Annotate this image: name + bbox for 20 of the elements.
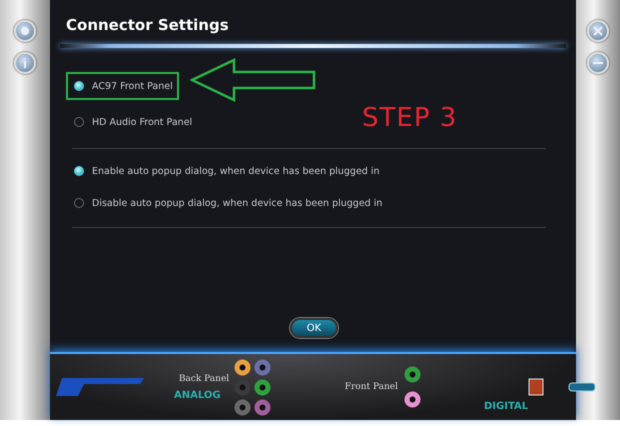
toggle-icon[interactable] (568, 382, 596, 392)
radio-option[interactable]: AC97 Front Panel (72, 75, 173, 97)
info-icon (21, 57, 29, 69)
window-title: Connector Settings (65, 15, 230, 34)
info-button[interactable] (14, 52, 36, 74)
ok-button[interactable]: OK (290, 318, 338, 338)
radio-option[interactable]: Enable auto popup dialog, when device has been plugged in (72, 155, 380, 187)
back-panel-label: Back Panel (178, 374, 230, 384)
analog-label: ANALOG (174, 390, 222, 400)
settings-button[interactable] (14, 20, 36, 42)
digital-label: DIGITAL (483, 401, 528, 414)
radio-option[interactable]: HD Audio Front Panel (72, 111, 192, 133)
radio-option[interactable]: Disable auto popup dialog, when device has been plugged in (72, 187, 382, 219)
close-icon (593, 26, 603, 36)
close-button[interactable] (587, 20, 609, 42)
front-panel-label: Front Panel (344, 382, 399, 392)
logo-icon (54, 376, 146, 398)
minimize-icon (593, 61, 603, 65)
minimize-button[interactable] (587, 52, 609, 74)
step-annotation: STEP 3 (362, 103, 458, 133)
